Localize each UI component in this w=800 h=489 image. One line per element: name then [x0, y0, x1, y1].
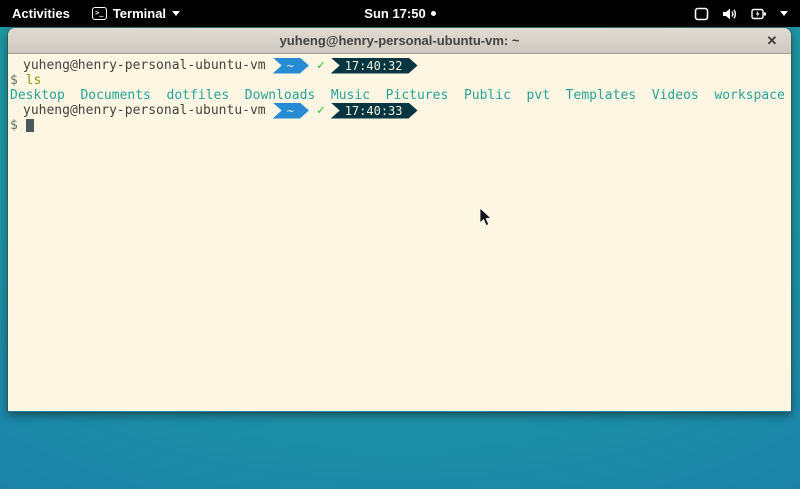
prompt-line: yuheng@henry-personal-ubuntu-vm ~ ✓ 17:4… — [10, 103, 789, 118]
volume-icon — [722, 7, 738, 21]
app-indicator-terminal[interactable]: >_ Terminal — [82, 0, 190, 27]
app-indicator-label: Terminal — [113, 6, 166, 21]
directory-entry: dotfiles — [167, 88, 230, 103]
prompt-path-segment: ~ — [273, 58, 309, 74]
directory-entry: Videos — [652, 88, 699, 103]
prompt-symbol: $ — [10, 118, 18, 133]
directory-entry: Desktop — [10, 88, 65, 103]
prompt-time: 17:40:32 — [345, 58, 403, 74]
directory-entry: workspace — [714, 88, 784, 103]
top-bar: Activities >_ Terminal Sun 17:50 — [0, 0, 800, 27]
ls-output: Desktop Documents dotfiles Downloads Music Pi… — [10, 88, 789, 103]
battery-charging-icon — [751, 7, 767, 21]
check-icon: ✓ — [317, 103, 325, 118]
directory-entry: pvt — [527, 88, 550, 103]
activities-button[interactable]: Activities — [0, 0, 82, 27]
close-button[interactable]: ✕ — [761, 28, 783, 54]
check-icon: ✓ — [317, 58, 325, 73]
desktop: { "topbar": { "activities_label": "Activ… — [0, 0, 800, 489]
prompt-line: yuheng@henry-personal-ubuntu-vm ~ ✓ 17:4… — [10, 58, 789, 73]
terminal-cursor — [26, 119, 34, 132]
window-titlebar[interactable]: yuheng@henry-personal-ubuntu-vm: ~ ✕ — [8, 28, 791, 54]
clock[interactable]: Sun 17:50 — [364, 6, 425, 21]
system-tray-menu[interactable] — [682, 0, 800, 27]
display-icon — [694, 7, 709, 21]
chevron-down-icon — [172, 11, 180, 16]
terminal-window: yuheng@henry-personal-ubuntu-vm: ~ ✕ yuh… — [8, 28, 791, 412]
prompt-symbol: $ — [10, 73, 18, 88]
command-line: $ ls — [10, 73, 789, 88]
directory-entry: Public — [464, 88, 511, 103]
directory-entry: Documents — [80, 88, 150, 103]
prompt-time: 17:40:33 — [345, 103, 403, 119]
chevron-down-icon — [780, 11, 788, 16]
notification-dot-icon — [431, 11, 436, 16]
prompt-user-host: yuheng@henry-personal-ubuntu-vm — [23, 103, 266, 118]
prompt-path-segment: ~ — [273, 103, 309, 119]
directory-entry: Pictures — [386, 88, 449, 103]
command-text: ls — [26, 73, 42, 88]
prompt-time-segment: 17:40:32 — [331, 58, 418, 74]
directory-entry: Templates — [566, 88, 636, 103]
input-line: $ — [10, 118, 789, 133]
terminal-content[interactable]: yuheng@henry-personal-ubuntu-vm ~ ✓ 17:4… — [8, 54, 791, 411]
terminal-app-icon: >_ — [92, 7, 107, 20]
window-title: yuheng@henry-personal-ubuntu-vm: ~ — [280, 33, 520, 48]
directory-entry: Music — [331, 88, 370, 103]
prompt-path: ~ — [287, 58, 294, 74]
prompt-path: ~ — [287, 103, 294, 119]
directory-entry: Downloads — [245, 88, 315, 103]
prompt-user-host: yuheng@henry-personal-ubuntu-vm — [23, 58, 266, 73]
prompt-time-segment: 17:40:33 — [331, 103, 418, 119]
